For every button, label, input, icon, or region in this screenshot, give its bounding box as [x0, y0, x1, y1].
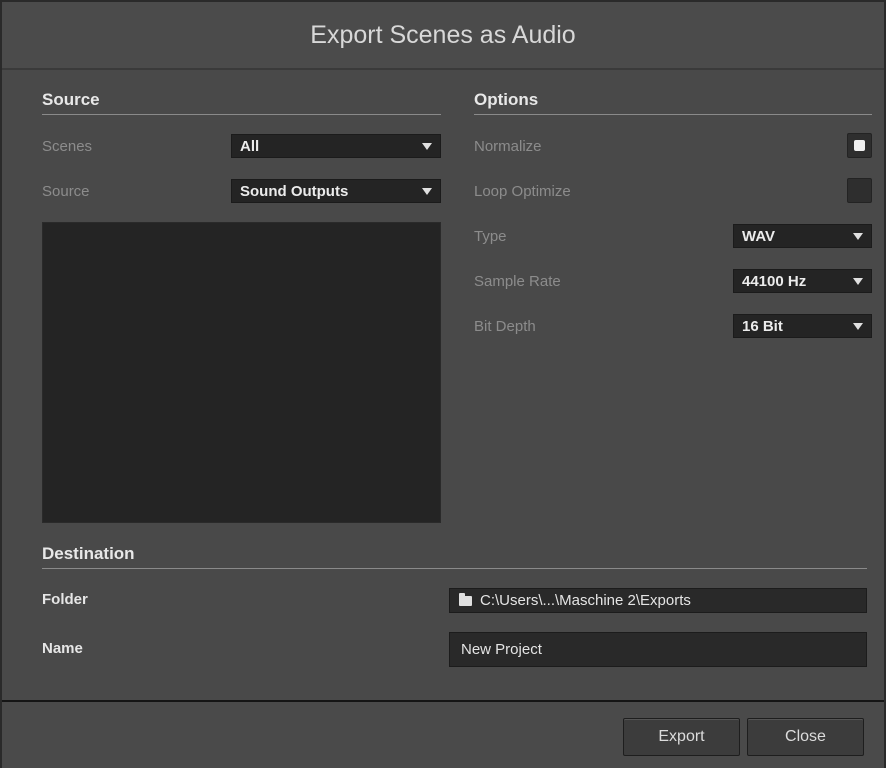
- bit-depth-dropdown-value: 16 Bit: [742, 317, 783, 335]
- source-heading: Source: [42, 90, 100, 109]
- type-dropdown-value: WAV: [742, 227, 776, 245]
- name-field-value: New Project: [461, 641, 542, 658]
- destination-heading: Destination: [42, 544, 135, 563]
- sample-rate-label: Sample Rate: [474, 273, 561, 290]
- chevron-down-icon: [853, 323, 863, 330]
- chevron-down-icon: [422, 188, 432, 195]
- source-label: Source: [42, 183, 90, 200]
- source-dropdown-value: Sound Outputs: [240, 182, 349, 200]
- sample-rate-dropdown-value: 44100 Hz: [742, 272, 807, 290]
- type-dropdown[interactable]: WAV: [733, 224, 872, 248]
- loop-optimize-label: Loop Optimize: [474, 183, 571, 200]
- folder-label: Folder: [42, 591, 88, 608]
- chevron-down-icon: [853, 233, 863, 240]
- name-label: Name: [42, 640, 83, 657]
- dialog-titlebar[interactable]: Export Scenes as Audio: [2, 2, 884, 70]
- normalize-label: Normalize: [474, 138, 542, 155]
- folder-path-field[interactable]: C:\Users\...\Maschine 2\Exports: [449, 588, 867, 613]
- scenes-dropdown[interactable]: All: [231, 134, 441, 158]
- chevron-down-icon: [422, 143, 432, 150]
- loop-optimize-checkbox[interactable]: [847, 178, 872, 203]
- source-divider: [42, 114, 441, 115]
- export-button[interactable]: Export: [623, 718, 740, 756]
- dialog-title: Export Scenes as Audio: [310, 20, 576, 49]
- sample-rate-dropdown[interactable]: 44100 Hz: [733, 269, 872, 293]
- scenes-label: Scenes: [42, 138, 93, 155]
- export-dialog: Export Scenes as Audio Source Scenes All…: [0, 0, 886, 768]
- bit-depth-dropdown[interactable]: 16 Bit: [733, 314, 872, 338]
- folder-icon: [459, 592, 472, 606]
- destination-divider: [42, 568, 867, 569]
- close-button[interactable]: Close: [747, 718, 864, 756]
- source-dropdown[interactable]: Sound Outputs: [231, 179, 441, 203]
- options-heading: Options: [474, 90, 539, 109]
- folder-path-value: C:\Users\...\Maschine 2\Exports: [480, 592, 691, 609]
- normalize-checkbox[interactable]: [847, 133, 872, 158]
- checkbox-check-mark: [854, 140, 865, 151]
- chevron-down-icon: [853, 278, 863, 285]
- bit-depth-label: Bit Depth: [474, 318, 536, 335]
- source-list[interactable]: [42, 222, 441, 523]
- scenes-dropdown-value: All: [240, 137, 260, 155]
- name-field[interactable]: New Project: [449, 632, 867, 667]
- type-label: Type: [474, 228, 507, 245]
- options-divider: [474, 114, 872, 115]
